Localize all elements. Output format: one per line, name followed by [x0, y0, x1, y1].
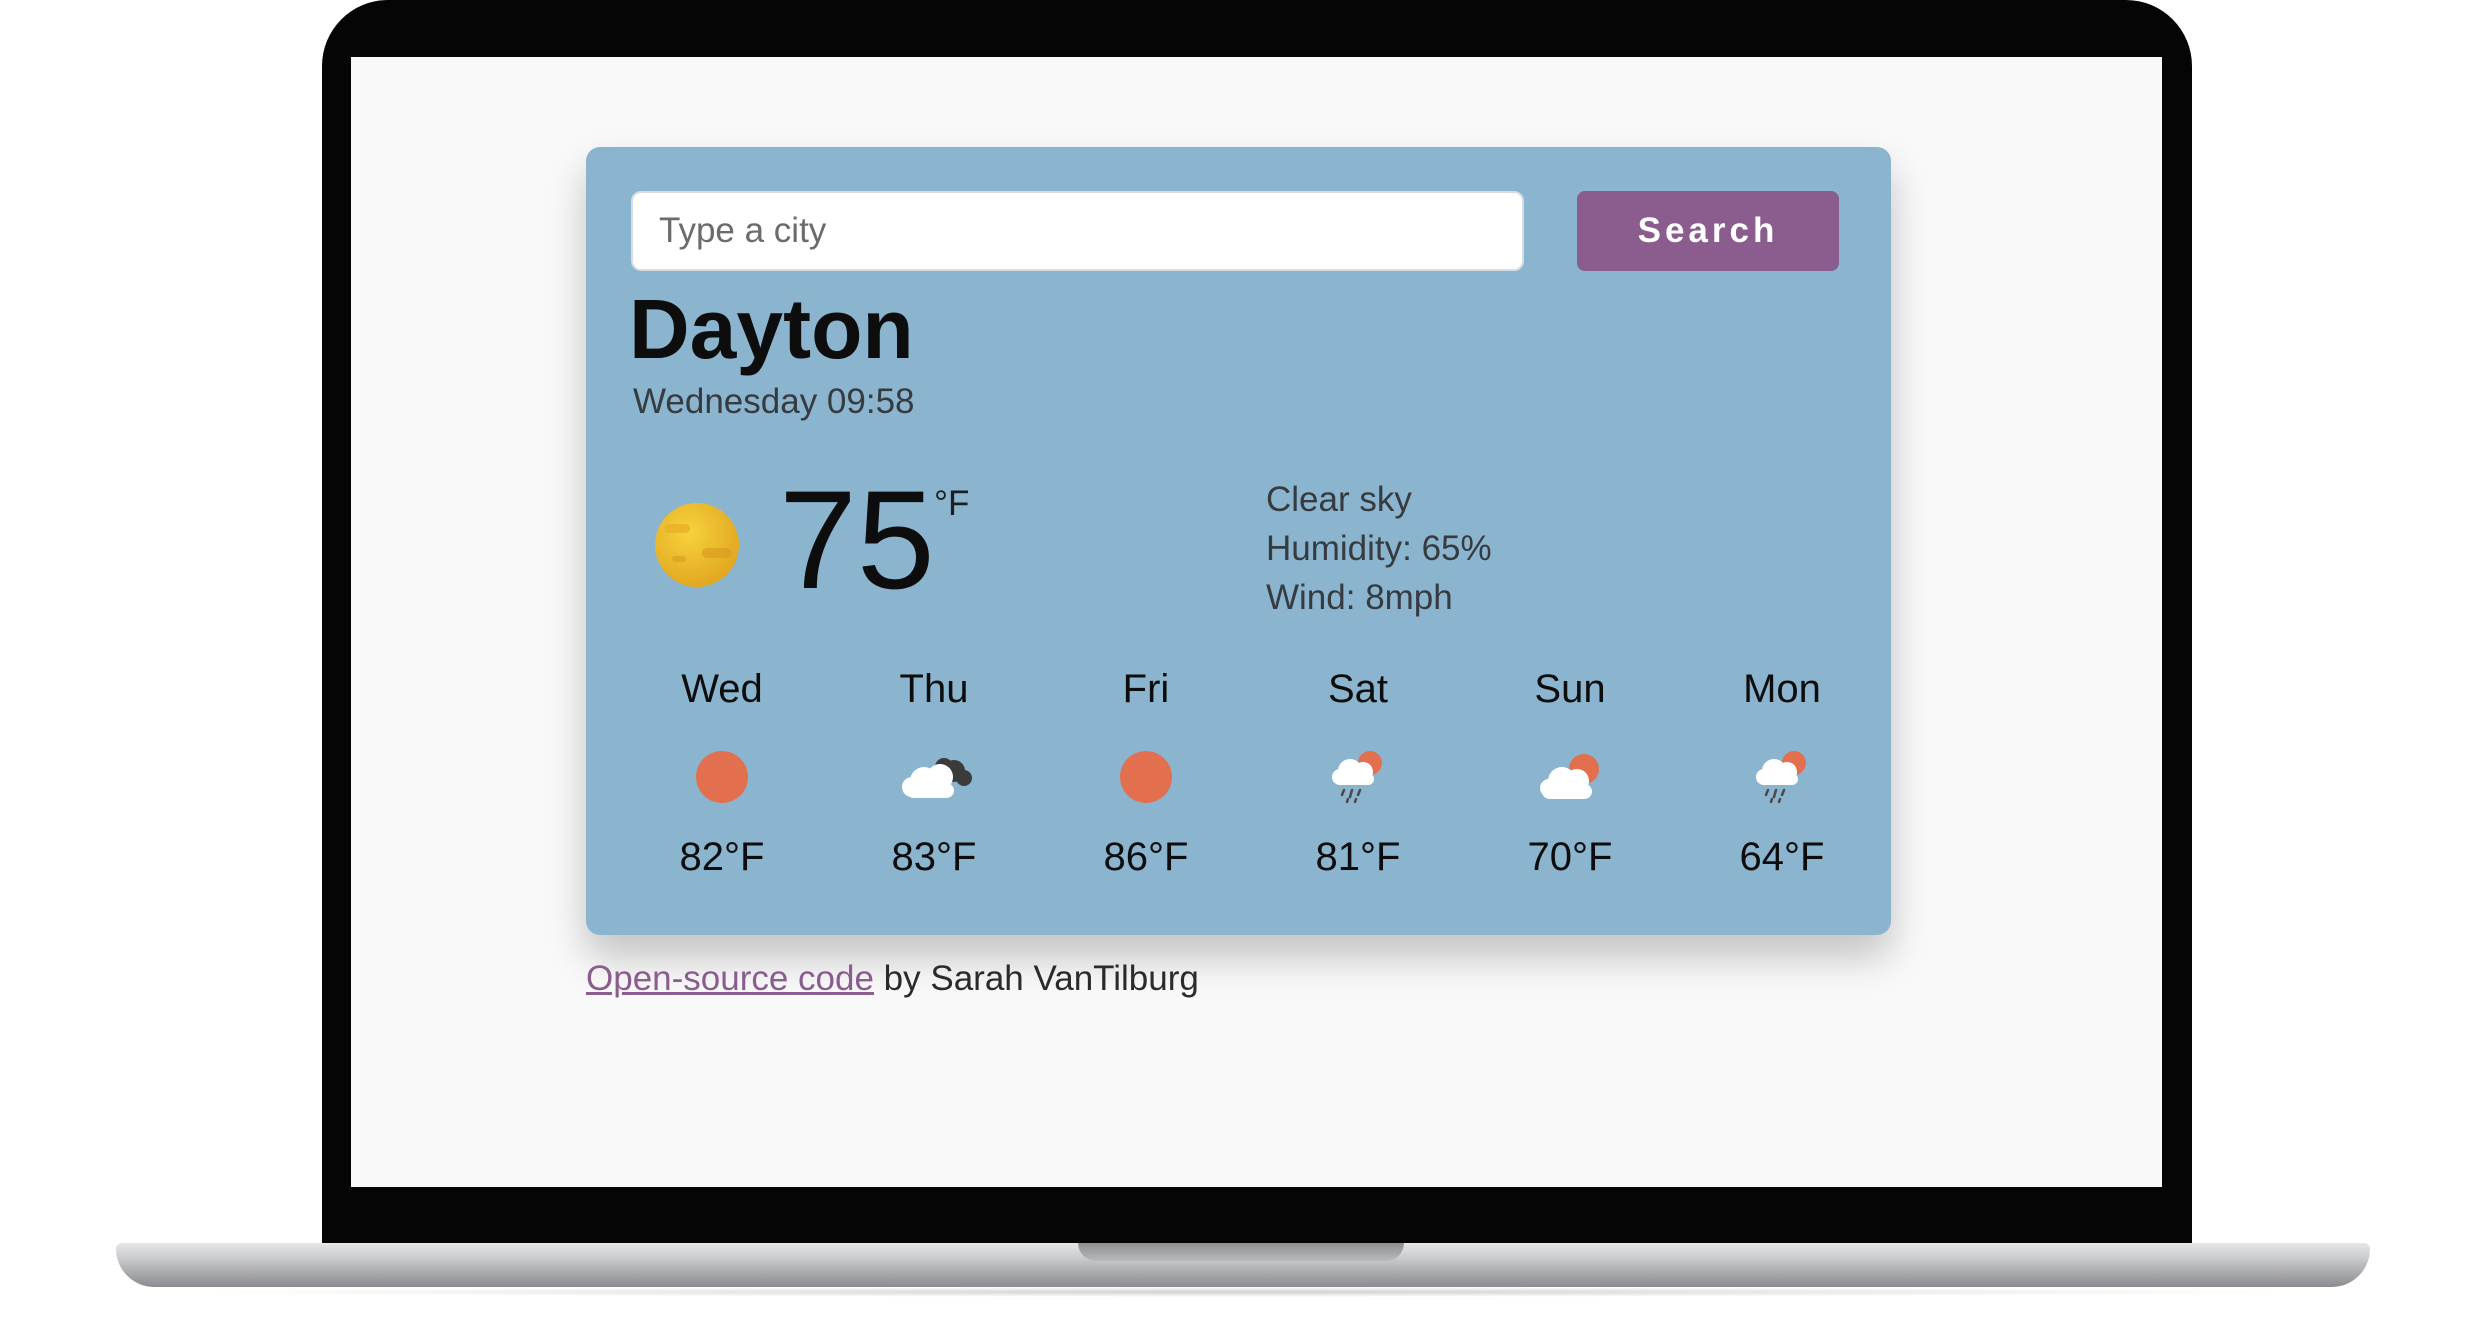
forecast-day-name: Fri	[1122, 667, 1170, 711]
rain-sun-icon	[1756, 751, 1806, 804]
forecast-temperature: 86°F	[1103, 835, 1189, 879]
forecast-temperature: 83°F	[891, 835, 977, 879]
partly-cloudy-icon	[1540, 754, 1599, 799]
forecast-day-name: Mon	[1743, 667, 1821, 711]
weather-app-card: Search Dayton Wednesday 09:58 75 °F	[586, 147, 1891, 935]
footer-author: by Sarah VanTilburg	[873, 959, 1199, 998]
open-source-code-link[interactable]: Open-source code	[586, 959, 874, 998]
weather-details: Clear sky Humidity: 65% Wind: 8mph	[1266, 475, 1492, 622]
weather-description: Clear sky	[1266, 480, 1412, 519]
forecast-list: Wed 82°F Thu 83°F Fri 86°F Sat 81°F Sun …	[586, 667, 1891, 887]
laptop-base-notch	[1078, 1243, 1404, 1261]
sun-icon	[1120, 751, 1172, 803]
sun-icon	[655, 503, 739, 587]
forecast-day: Sun 70°F	[1470, 667, 1670, 887]
search-button[interactable]: Search	[1577, 191, 1839, 271]
city-search-input[interactable]	[631, 191, 1524, 271]
laptop-mockup: Search Dayton Wednesday 09:58 75 °F	[0, 0, 2473, 1323]
broken-clouds-icon	[902, 758, 972, 798]
forecast-temperature: 64°F	[1739, 835, 1825, 879]
forecast-temperature: 81°F	[1315, 835, 1401, 879]
forecast-temperature: 70°F	[1527, 835, 1613, 879]
current-temperature: 75	[779, 461, 935, 618]
forecast-day: Thu 83°F	[834, 667, 1034, 887]
forecast-day-name: Thu	[899, 667, 969, 711]
forecast-day-name: Sat	[1327, 667, 1389, 711]
forecast-day-name: Wed	[681, 667, 763, 711]
forecast-day-name: Sun	[1534, 667, 1606, 711]
temperature-unit: °F	[934, 484, 970, 523]
search-form: Search	[631, 191, 1846, 271]
wind-value: Wind: 8mph	[1266, 578, 1453, 617]
rain-sun-icon	[1332, 751, 1382, 804]
forecast-day: Wed 82°F	[622, 667, 822, 887]
forecast-day: Sat 81°F	[1258, 667, 1458, 887]
city-name: Dayton	[629, 282, 914, 376]
forecast-day: Fri 86°F	[1046, 667, 1246, 887]
footer-credit: Open-source code by Sarah VanTilburg	[586, 959, 1199, 999]
sun-icon	[696, 751, 748, 803]
current-date-time: Wednesday 09:58	[633, 382, 915, 421]
browser-viewport: Search Dayton Wednesday 09:58 75 °F	[351, 57, 2162, 1187]
forecast-temperature: 82°F	[679, 835, 765, 879]
humidity-value: Humidity: 65%	[1266, 529, 1492, 568]
forecast-day: Mon 64°F	[1682, 667, 1882, 887]
laptop-shadow	[180, 1287, 2306, 1297]
